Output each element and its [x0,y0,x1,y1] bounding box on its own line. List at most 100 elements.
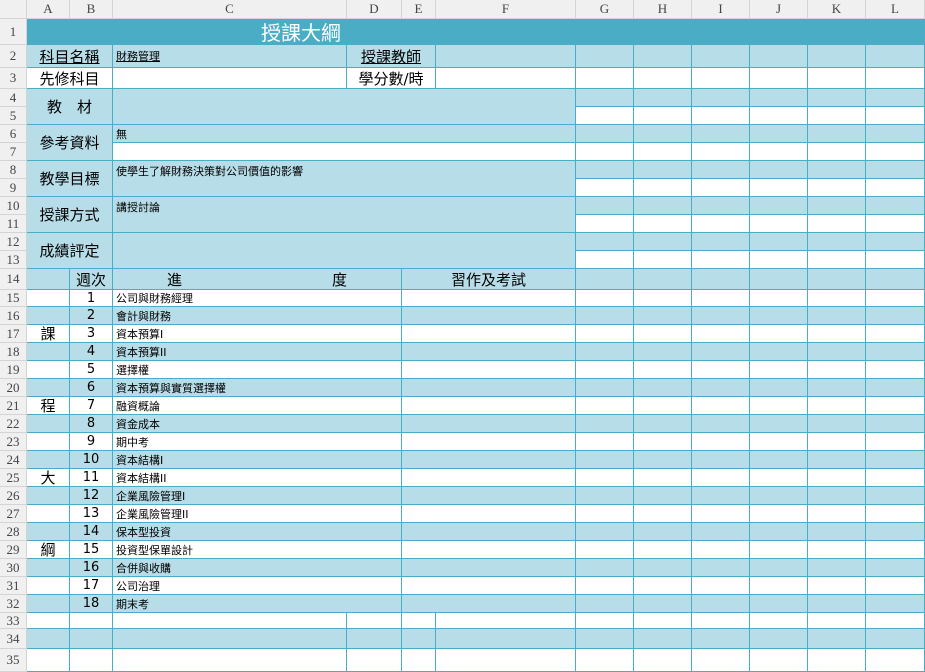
empty-cell[interactable] [750,523,808,541]
empty-cell[interactable] [808,649,866,672]
empty-cell[interactable] [866,143,925,161]
empty-cell[interactable] [866,541,925,559]
empty-cell[interactable] [750,290,808,307]
reference-value[interactable]: 無 [113,125,576,143]
empty-cell[interactable] [692,215,750,233]
row-header-28[interactable]: 28 [0,523,27,541]
empty-cell[interactable] [692,505,750,523]
row-header-8[interactable]: 8 [0,161,27,179]
empty-cell[interactable] [634,505,692,523]
empty-cell[interactable] [634,290,692,307]
homework-cell[interactable] [402,523,576,541]
empty-cell[interactable] [692,415,750,433]
empty-cell[interactable] [692,179,750,197]
empty-cell[interactable] [808,125,866,143]
empty-cell[interactable] [634,595,692,613]
empty-cell[interactable] [576,361,634,379]
empty-cell[interactable] [634,559,692,577]
empty-cell[interactable] [866,361,925,379]
row-header-33[interactable]: 33 [0,613,27,629]
homework-cell[interactable] [402,379,576,397]
empty-cell[interactable] [634,469,692,487]
row-header-5[interactable]: 5 [0,107,27,125]
empty-cell[interactable] [27,649,70,672]
empty-cell[interactable] [634,89,692,107]
row-header-14[interactable]: 14 [0,269,27,290]
title-cell[interactable]: 授課大綱 [27,19,576,45]
week-number[interactable]: 4 [70,343,113,361]
empty-cell[interactable] [634,397,692,415]
row-header-17[interactable]: 17 [0,325,27,343]
empty-cell[interactable] [692,397,750,415]
empty-cell[interactable] [750,45,808,68]
empty-cell[interactable] [808,45,866,68]
title-band-right[interactable] [576,19,925,45]
empty-cell[interactable] [576,161,634,179]
empty-cell[interactable] [808,233,866,251]
empty-cell[interactable] [866,595,925,613]
teacher-value[interactable] [436,45,576,68]
side-cell[interactable] [27,361,70,379]
row-header-20[interactable]: 20 [0,379,27,397]
empty-cell[interactable] [113,649,347,672]
empty-cell[interactable] [576,215,634,233]
week-number[interactable]: 9 [70,433,113,451]
empty-cell[interactable] [692,613,750,629]
row-header-11[interactable]: 11 [0,215,27,233]
empty-cell[interactable] [634,143,692,161]
empty-cell[interactable] [750,307,808,325]
empty-cell[interactable] [402,629,436,649]
empty-cell[interactable] [808,197,866,215]
empty-cell[interactable] [750,68,808,89]
empty-cell[interactable] [634,325,692,343]
empty-cell[interactable] [750,541,808,559]
textbook-label[interactable]: 教 材 [27,89,113,125]
empty-cell[interactable] [808,179,866,197]
empty-cell[interactable] [866,379,925,397]
empty-cell[interactable] [692,433,750,451]
row-header-15[interactable]: 15 [0,290,27,307]
week-number[interactable]: 12 [70,487,113,505]
empty-cell[interactable] [808,68,866,89]
empty-cell[interactable] [808,343,866,361]
topic-cell[interactable]: 資本預算II [113,343,402,361]
empty-cell[interactable] [576,505,634,523]
week-number[interactable]: 7 [70,397,113,415]
empty-cell[interactable] [576,343,634,361]
column-header-G[interactable]: G [576,0,634,19]
empty-cell[interactable] [692,361,750,379]
row-header-21[interactable]: 21 [0,397,27,415]
empty-cell[interactable] [750,559,808,577]
side-cell[interactable] [27,307,70,325]
empty-cell[interactable] [402,649,436,672]
empty-cell[interactable] [808,215,866,233]
empty-cell[interactable] [692,68,750,89]
empty-cell[interactable] [634,307,692,325]
topic-cell[interactable]: 投資型保單設計 [113,541,402,559]
empty-cell[interactable] [750,487,808,505]
empty-cell[interactable] [576,379,634,397]
empty-cell[interactable] [692,307,750,325]
homework-cell[interactable] [402,451,576,469]
homework-cell[interactable] [402,307,576,325]
empty-cell[interactable] [866,629,925,649]
empty-cell[interactable] [808,290,866,307]
empty-cell[interactable] [576,613,634,629]
empty-cell[interactable] [634,577,692,595]
topic-cell[interactable]: 資本結構Ⅰ [113,451,402,469]
credits-value[interactable] [436,68,576,89]
topic-cell[interactable]: 保本型投資 [113,523,402,541]
empty-cell[interactable] [866,433,925,451]
column-header-I[interactable]: I [692,0,750,19]
week-number[interactable]: 16 [70,559,113,577]
empty-cell[interactable] [808,613,866,629]
empty-cell[interactable] [692,161,750,179]
topic-cell[interactable]: 期末考 [113,595,402,613]
empty-cell[interactable] [576,397,634,415]
empty-cell[interactable] [692,629,750,649]
empty-cell[interactable] [576,523,634,541]
empty-cell[interactable] [576,325,634,343]
empty-cell[interactable] [576,469,634,487]
week-number[interactable]: 15 [70,541,113,559]
empty-cell[interactable] [866,68,925,89]
